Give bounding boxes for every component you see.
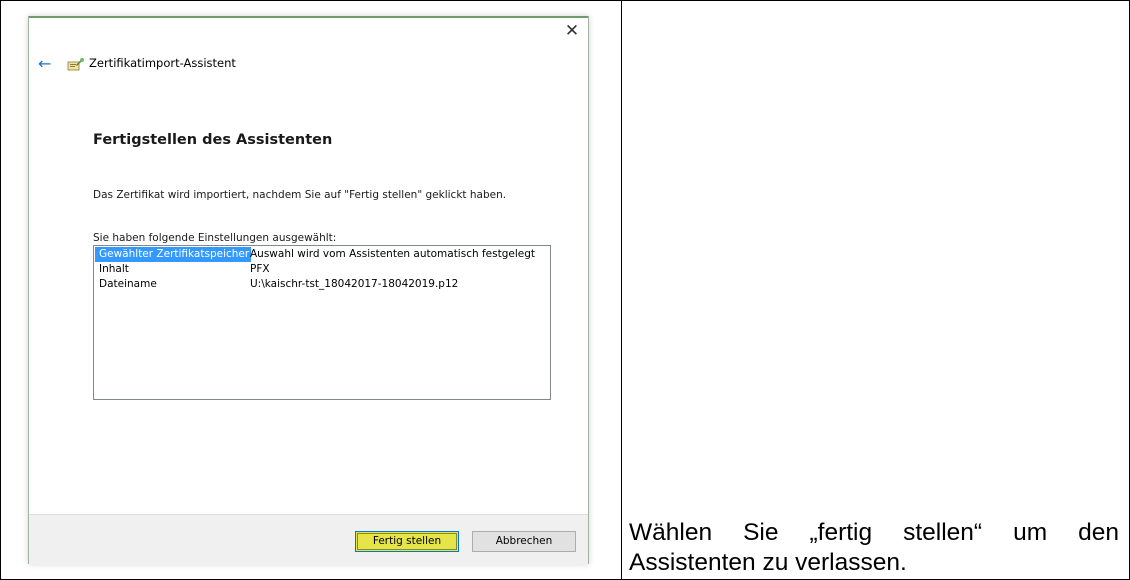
instruction-text: Wählen Sie „fertig stellen“ um den Assis… <box>629 519 1119 576</box>
certificate-import-wizard-dialog: ✕ ← Zertifikatimport-Assistent Fertigste… <box>28 16 589 565</box>
description-text: Das Zertifikat wird importiert, nachdem … <box>93 189 507 201</box>
window-accent-border <box>29 16 588 18</box>
setting-key[interactable]: Dateiname <box>95 277 159 292</box>
setting-value: U:\kaischr-tst_18042017-18042019.p12 <box>250 278 459 290</box>
setting-key[interactable]: Inhalt <box>95 262 131 277</box>
table-cell-screenshot: ✕ ← Zertifikatimport-Assistent Fertigste… <box>0 0 622 580</box>
back-arrow-icon[interactable]: ← <box>38 54 51 74</box>
certificate-wizard-icon <box>67 58 84 71</box>
setting-value: Auswahl wird vom Assistenten automatisch… <box>250 248 535 260</box>
finish-button[interactable]: Fertig stellen <box>355 531 459 552</box>
table-cell-instruction <box>621 0 1130 580</box>
settings-list[interactable]: Gewählter Zertifikatspeicher Auswahl wir… <box>93 245 551 400</box>
page-heading: Fertigstellen des Assistenten <box>93 132 333 148</box>
close-icon[interactable]: ✕ <box>564 23 580 40</box>
document-table: ✕ ← Zertifikatimport-Assistent Fertigste… <box>0 0 1130 580</box>
wizard-header: ← Zertifikatimport-Assistent <box>29 53 588 75</box>
setting-value: PFX <box>250 263 270 275</box>
dialog-footer: Fertig stellen Abbrechen <box>29 514 588 565</box>
setting-key[interactable]: Gewählter Zertifikatspeicher <box>95 247 252 262</box>
settings-list-label: Sie haben folgende Einstellungen ausgewä… <box>93 232 337 244</box>
cancel-button[interactable]: Abbrechen <box>472 531 576 552</box>
wizard-title: Zertifikatimport-Assistent <box>89 56 236 70</box>
